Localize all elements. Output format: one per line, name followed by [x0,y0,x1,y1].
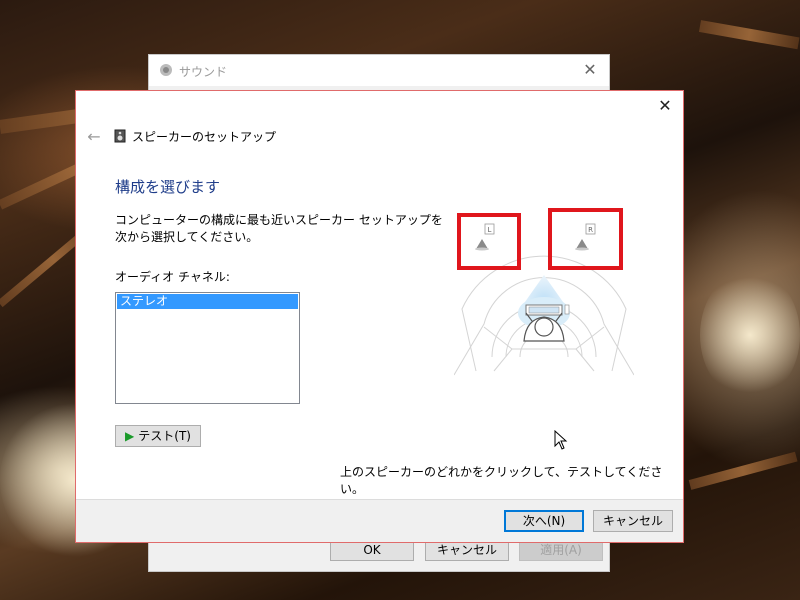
page-heading: 構成を選びます [115,178,221,196]
instruction-text: 上のスピーカーのどれかをクリックして、テストしてください。 [340,465,663,496]
audio-channel-label: オーディオ チャネル: [115,270,230,284]
back-arrow-icon[interactable]: ← [82,127,106,147]
sound-window-title: サウンド [179,65,228,79]
mouse-cursor-icon [554,430,568,450]
wizard-close-button[interactable]: ✕ [653,95,677,117]
play-icon: ▶ [125,429,135,443]
list-item-stereo[interactable]: ステレオ [117,294,298,309]
left-speaker-highlight [457,213,521,270]
test-button[interactable]: ▶ テスト(T) [115,425,201,447]
right-speaker-highlight [548,208,623,270]
sound-window-titlebar: サウンド ✕ [149,55,609,86]
cancel-button[interactable]: キャンセル [593,510,673,532]
test-button-label: テスト(T) [138,429,191,443]
sound-window-close-button[interactable]: ✕ [579,59,601,81]
speaker-icon [114,129,126,143]
audio-channel-list[interactable]: ステレオ [115,292,300,404]
background-beam [698,20,800,50]
background-light [700,270,800,400]
page-description: コンピューターの構成に最も近いスピーカー セットアップを次から選択してください。 [115,213,443,244]
wizard-title: スピーカーのセットアップ [132,130,277,144]
sound-app-icon [160,64,172,76]
next-button[interactable]: 次へ(N) [504,510,584,532]
background-beam [688,451,798,490]
speaker-setup-wizard: ✕ ← スピーカーのセットアップ 構成を選びます コンピューターの構成に最も近い… [75,90,684,543]
wizard-footer: 次へ(N) キャンセル [76,499,683,542]
